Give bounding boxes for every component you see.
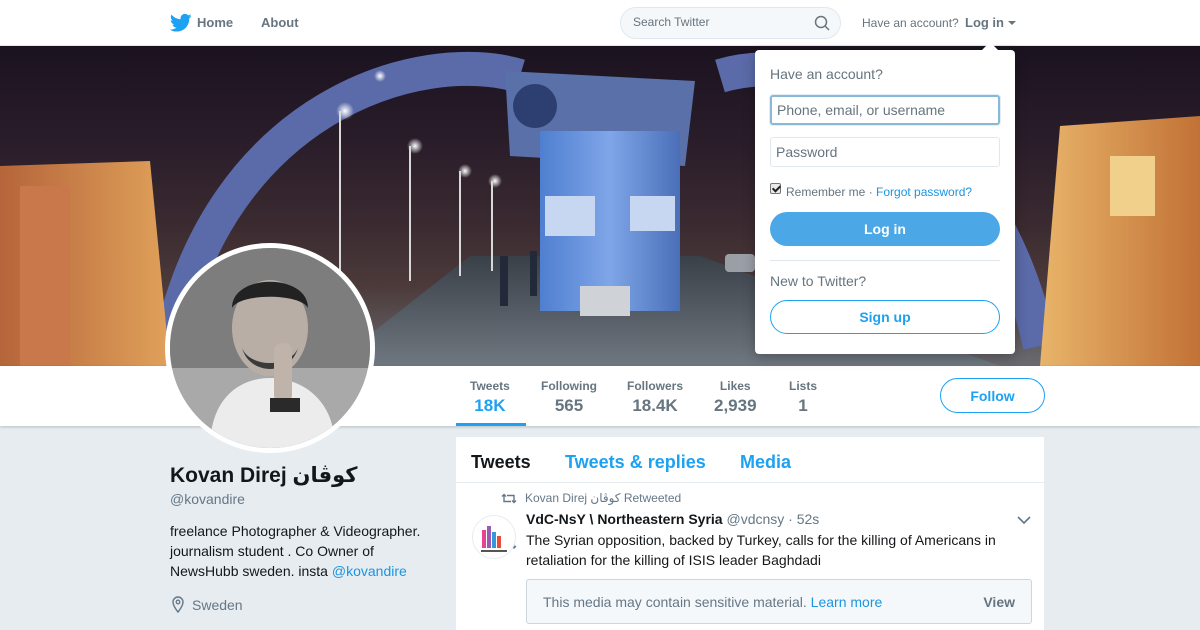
signup-button[interactable]: Sign up [770,300,1000,334]
stat-label: Tweets [470,379,510,393]
profile-location: Sweden [192,597,243,613]
timeline-tabs: Tweets Tweets & replies Media [456,437,1044,483]
search-icon[interactable] [814,15,830,31]
stat-lists[interactable]: Lists 1 [789,379,817,416]
search-box [620,7,841,39]
separator: · [865,185,877,199]
stat-value: 2,939 [714,396,757,415]
tweet-text: The Syrian opposition, backed by Turkey,… [526,532,996,568]
stat-label: Likes [719,379,751,393]
login-dropdown: Have an account? Remember me · Forgot pa… [755,42,1015,354]
remember-me-checkbox[interactable] [770,183,781,194]
stat-value: 18K [474,396,506,415]
bio-mention-link[interactable]: @kovandire [332,563,407,579]
follow-button[interactable]: Follow [940,378,1045,413]
sensitive-media-notice: This media may contain sensitive materia… [526,579,1032,624]
profile-handle[interactable]: @kovandire [170,491,245,507]
stat-following[interactable]: Following 565 [541,379,597,416]
profile-name: Kovan Direj کوڤان [170,464,358,487]
nav-home-link[interactable]: Home [197,15,233,30]
tweet-author-avatar[interactable] [472,515,516,559]
chevron-down-icon[interactable] [1017,515,1031,525]
location-pin-icon [172,596,184,613]
forgot-password-link[interactable]: Forgot password? [876,185,972,199]
profile-avatar[interactable] [165,243,375,453]
divider [770,260,1000,261]
username-field[interactable] [770,95,1000,125]
stat-followers[interactable]: Followers 18.4K [627,379,683,416]
avatar-photo [170,248,370,448]
have-account-text: Have an account? [862,16,959,30]
stat-value: 18.4K [632,396,678,415]
login-dropdown-toggle[interactable]: Log in [965,15,1004,30]
stat-label: Followers [627,379,684,393]
stat-label: Lists [789,379,818,393]
tab-tweets[interactable]: Tweets [471,452,531,473]
search-input[interactable] [633,15,813,29]
tweet-author-name[interactable]: VdC-NsY \ Northeastern Syria [526,511,723,527]
stat-label: Following [541,379,597,393]
login-dropdown-title: Have an account? [770,66,883,82]
stat-likes[interactable]: Likes 2,939 [714,379,757,416]
profile-bio: freelance Photographer & Videographer. j… [170,521,440,581]
tweet-header: VdC-NsY \ Northeastern Syria @vdcnsy · 5… [526,511,819,527]
top-navigation: Home About Have an account? Log in [0,0,1200,46]
login-button[interactable]: Log in [770,212,1000,246]
tweet-timestamp[interactable]: · 52s [788,511,819,527]
stat-value: 1 [798,396,808,415]
password-field[interactable] [770,137,1000,167]
tweet-author-handle[interactable]: @vdcnsy [726,511,784,527]
sensitive-warning: This media may contain sensitive materia… [543,594,807,610]
stat-value: 565 [554,396,584,415]
active-stat-indicator [456,423,526,426]
nav-about-link[interactable]: About [261,15,299,30]
view-media-button[interactable]: View [983,594,1015,610]
remember-me-label: Remember me [786,185,866,199]
twitter-bird-icon[interactable] [170,13,192,33]
tab-tweets-and-replies[interactable]: Tweets & replies [565,452,706,473]
retweet-icon [501,493,517,504]
new-to-twitter-text: New to Twitter? [770,273,867,289]
retweet-context[interactable]: Kovan Direj کوڤان Retweeted [525,491,681,505]
learn-more-link[interactable]: Learn more [811,594,883,610]
stat-tweets[interactable]: Tweets 18K [470,379,510,416]
tab-media[interactable]: Media [740,452,791,473]
sensitive-text: This media may contain sensitive materia… [543,594,882,610]
caret-down-icon[interactable] [1008,21,1016,25]
remember-me-row: Remember me · Forgot password? [786,185,972,199]
